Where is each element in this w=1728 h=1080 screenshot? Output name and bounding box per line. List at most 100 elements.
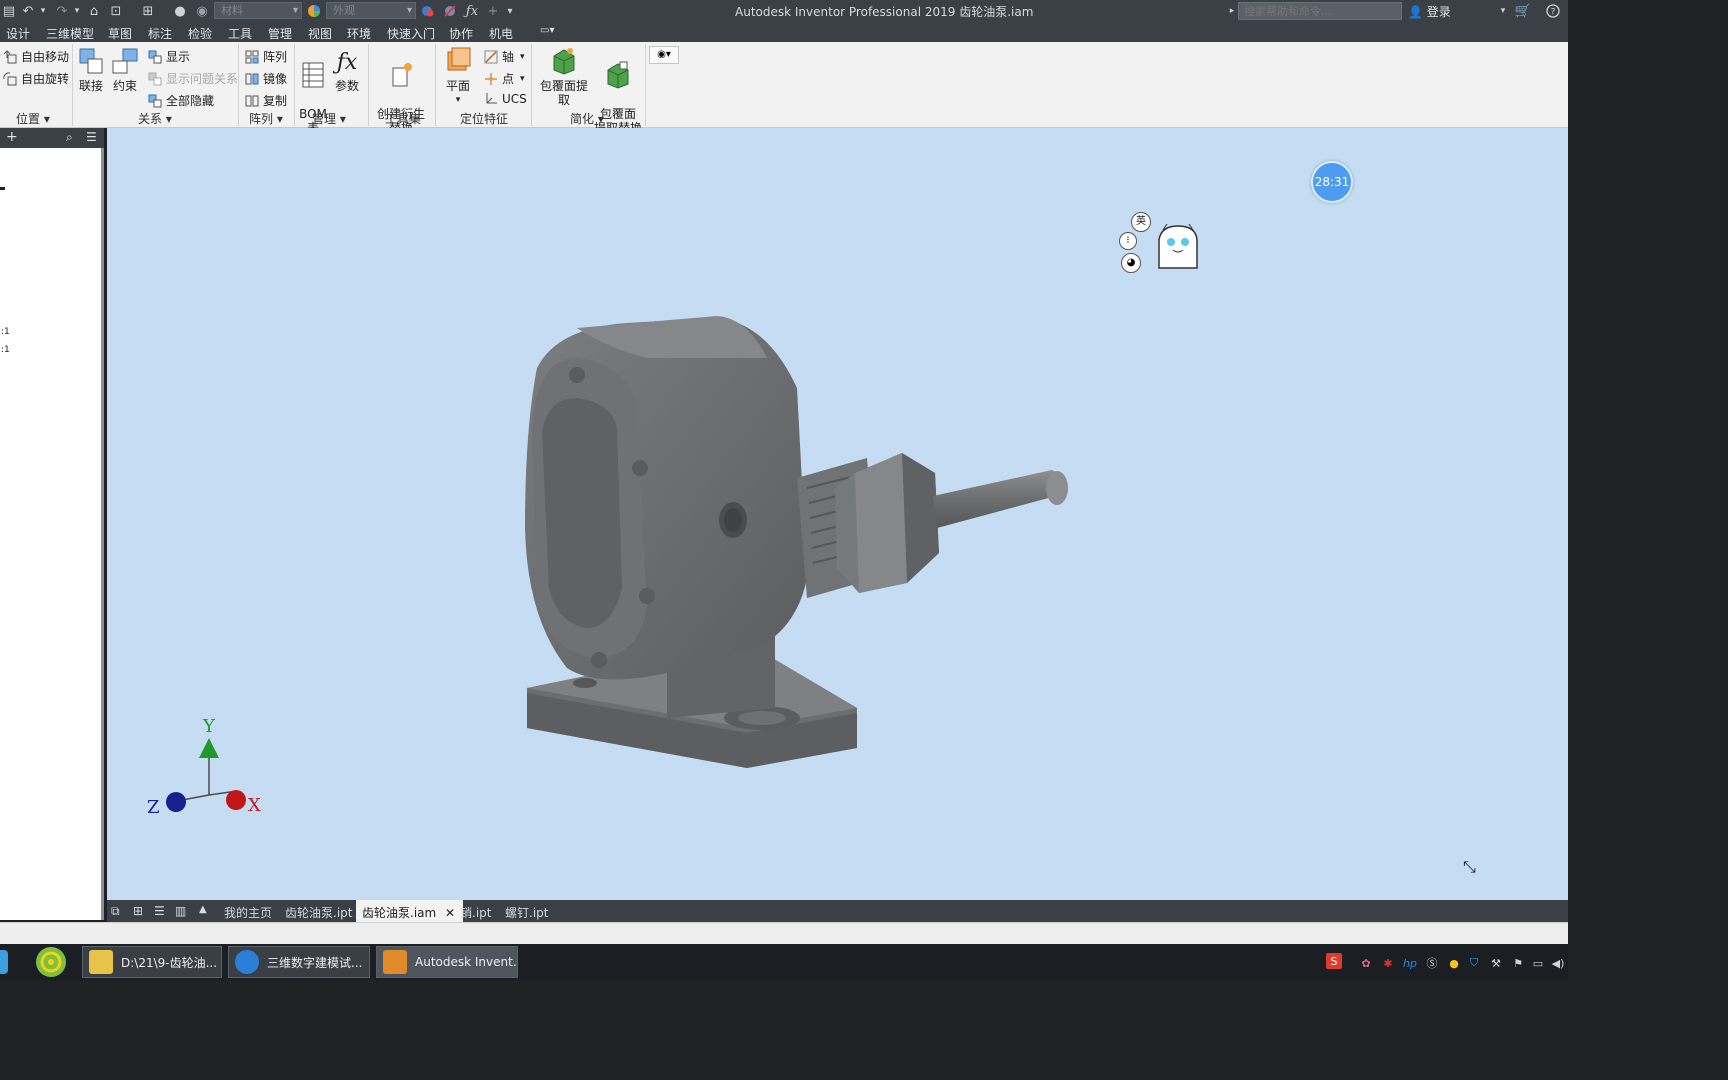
undo-dropdown-icon[interactable]: ▾ [38, 2, 48, 20]
tray-tool-icon[interactable]: ⚒ [1488, 955, 1504, 971]
plane-button[interactable]: 平面 ▾ [440, 46, 476, 107]
tab-pin-ipt[interactable]: 销.ipt [460, 904, 491, 921]
free-move-button[interactable]: 自由移动 [3, 48, 69, 65]
tab-inspect[interactable]: 检验 [188, 25, 212, 42]
tab-get-started[interactable]: 快速入门 [387, 25, 435, 42]
menu-icon[interactable]: ☰ [86, 130, 97, 144]
mirror-button[interactable]: 镜像 [245, 70, 287, 87]
sign-in-button[interactable]: 👤 登录 [1408, 3, 1451, 20]
tab-my-home[interactable]: 我的主页 [224, 904, 272, 921]
taskbar-browser-item[interactable]: 三维数字建模试... [228, 946, 370, 978]
join-button[interactable]: 联接 [76, 46, 106, 93]
copy-button[interactable]: 复制 [245, 92, 287, 109]
start-button-icon[interactable] [0, 950, 8, 974]
help-search-field[interactable] [1244, 5, 1394, 18]
show-button[interactable]: 显示 [148, 48, 190, 65]
tray-antivirus-icon[interactable]: ✱ [1380, 955, 1396, 971]
tab-pump-ipt[interactable]: 齿轮油泵.ipt [285, 904, 352, 921]
shrinkwrap-button[interactable]: 包覆面提取 [536, 46, 592, 107]
gear-pump-model[interactable] [525, 316, 1068, 768]
plus-icon[interactable]: + [486, 2, 500, 20]
tab-3d-model[interactable]: 三维模型 [46, 25, 94, 42]
free-rotate-button[interactable]: 自由旋转 [3, 70, 69, 87]
tab-annotate[interactable]: 标注 [148, 25, 172, 42]
close-tab-icon[interactable]: ✕ [445, 906, 455, 920]
fx-icon[interactable]: ƒx [464, 2, 480, 20]
tile-windows-icon[interactable]: ⊞ [133, 904, 143, 918]
tab-environments[interactable]: 环境 [347, 25, 371, 42]
panel-options-icon[interactable]: ◉▾ [649, 46, 679, 64]
sign-in-dropdown-icon[interactable]: ▾ [1498, 2, 1508, 20]
tab-pump-iam[interactable]: 齿轮油泵.iam ✕ [356, 900, 464, 922]
pattern-group-label[interactable]: 阵列 ▾ [249, 110, 283, 127]
tree-item[interactable]: :1 [1, 327, 10, 337]
tab-tools[interactable]: 工具 [228, 25, 252, 42]
simplify-group-label[interactable]: 简化 ▾ [570, 110, 604, 127]
customize-icon[interactable]: ▾ [504, 2, 516, 20]
hide-all-button[interactable]: 全部隐藏 [148, 92, 214, 109]
add-panel-icon[interactable]: + [6, 129, 18, 145]
ime-mascot-icon[interactable] [1153, 220, 1203, 270]
ribbon-display-toggle-icon[interactable]: ▭▾ [540, 25, 554, 36]
undo-icon[interactable]: ↶ [20, 2, 36, 20]
app-360-icon[interactable] [36, 947, 66, 977]
parameters-button[interactable]: ƒx 参数 [332, 46, 362, 93]
graphics-viewport[interactable]: 28:31 英 ⁝ ◕ Y X Z ⤡ [107, 128, 1568, 900]
tile-vertical-icon[interactable]: ▥ [175, 904, 186, 918]
tree-item[interactable]: :1 [1, 345, 10, 355]
tray-360-icon[interactable]: ● [1446, 955, 1462, 971]
ucs-button[interactable]: UCS [484, 92, 527, 106]
network-icon[interactable]: ▭ [1530, 955, 1546, 971]
cascade-windows-icon[interactable]: ⧉ [111, 904, 120, 919]
shield-icon[interactable]: ⛉ [1466, 955, 1482, 971]
tab-sketch[interactable]: 草图 [108, 25, 132, 42]
tile-horizontal-icon[interactable]: ☰ [154, 904, 165, 918]
help-search-input[interactable] [1238, 2, 1402, 20]
appearance-icon[interactable] [306, 2, 322, 20]
hp-icon[interactable]: hp [1402, 955, 1418, 971]
position-group-label[interactable]: 位置 ▾ [16, 110, 50, 127]
visibility-icon[interactable]: ● [172, 2, 188, 20]
select-icon[interactable]: ⊞ [140, 2, 156, 20]
update-icon[interactable]: ⊡ [108, 2, 124, 20]
cart-icon[interactable]: 🛒 [1514, 2, 1532, 20]
ime-punctuation-icon[interactable]: ⁝ [1119, 232, 1137, 250]
appearance-dropdown[interactable]: 外观 [326, 2, 416, 19]
tray-flower-icon[interactable]: ✿ [1358, 955, 1374, 971]
ime-skin-icon[interactable]: ◕ [1121, 253, 1141, 273]
timer-badge[interactable]: 28:31 [1311, 161, 1353, 203]
tab-design[interactable]: 设计 [6, 25, 30, 42]
plane-dropdown-icon[interactable]: ▾ [440, 93, 476, 107]
search-icon[interactable]: ⌕ [66, 130, 73, 145]
axis-button[interactable]: 轴 ▾ [484, 48, 525, 65]
material-icon[interactable]: ◉ [194, 2, 210, 20]
taskbar-inventor-item[interactable]: Autodesk Invent... [376, 946, 518, 978]
show-sick-button[interactable]: 显示问题关系 [148, 70, 238, 87]
volume-icon[interactable]: ◀) [1550, 955, 1566, 971]
search-expand-icon[interactable]: ▸ [1228, 2, 1236, 20]
sogou-ime-icon[interactable]: S [1326, 953, 1342, 969]
tab-collaborate[interactable]: 协作 [449, 25, 473, 42]
tray-s-icon[interactable]: Ⓢ [1424, 955, 1440, 971]
redo-dropdown-icon[interactable]: ▾ [72, 2, 82, 20]
tab-electromechanical[interactable]: 机电 [489, 25, 513, 42]
open-documents-icon[interactable]: ▲ [199, 904, 207, 915]
constrain-button[interactable]: 约束 [110, 46, 140, 93]
help-icon[interactable]: ? [1544, 2, 1562, 20]
point-button[interactable]: 点 ▾ [484, 70, 525, 87]
tab-view[interactable]: 视图 [308, 25, 332, 42]
view-triad[interactable]: Y X Z [137, 713, 277, 823]
ime-language-button[interactable]: 英 [1131, 212, 1151, 232]
pattern-button[interactable]: 阵列 [245, 48, 287, 65]
relations-group-label[interactable]: 关系 ▾ [138, 110, 172, 127]
adjust-icon[interactable] [420, 2, 436, 20]
home-icon[interactable]: ⌂ [86, 2, 102, 20]
tree-node-marker[interactable] [0, 187, 5, 190]
taskbar-explorer-item[interactable]: D:\21\9-齿轮油... [82, 946, 222, 978]
tab-screw-ipt[interactable]: 螺钉.ipt [505, 904, 548, 921]
app-menu-icon[interactable]: ▤ [2, 2, 16, 20]
tab-manage[interactable]: 管理 [268, 25, 292, 42]
manage-group-label[interactable]: 管理 ▾ [312, 110, 346, 127]
redo-icon[interactable]: ↷ [54, 2, 70, 20]
tray-flag-icon[interactable]: ⚑ [1510, 955, 1526, 971]
